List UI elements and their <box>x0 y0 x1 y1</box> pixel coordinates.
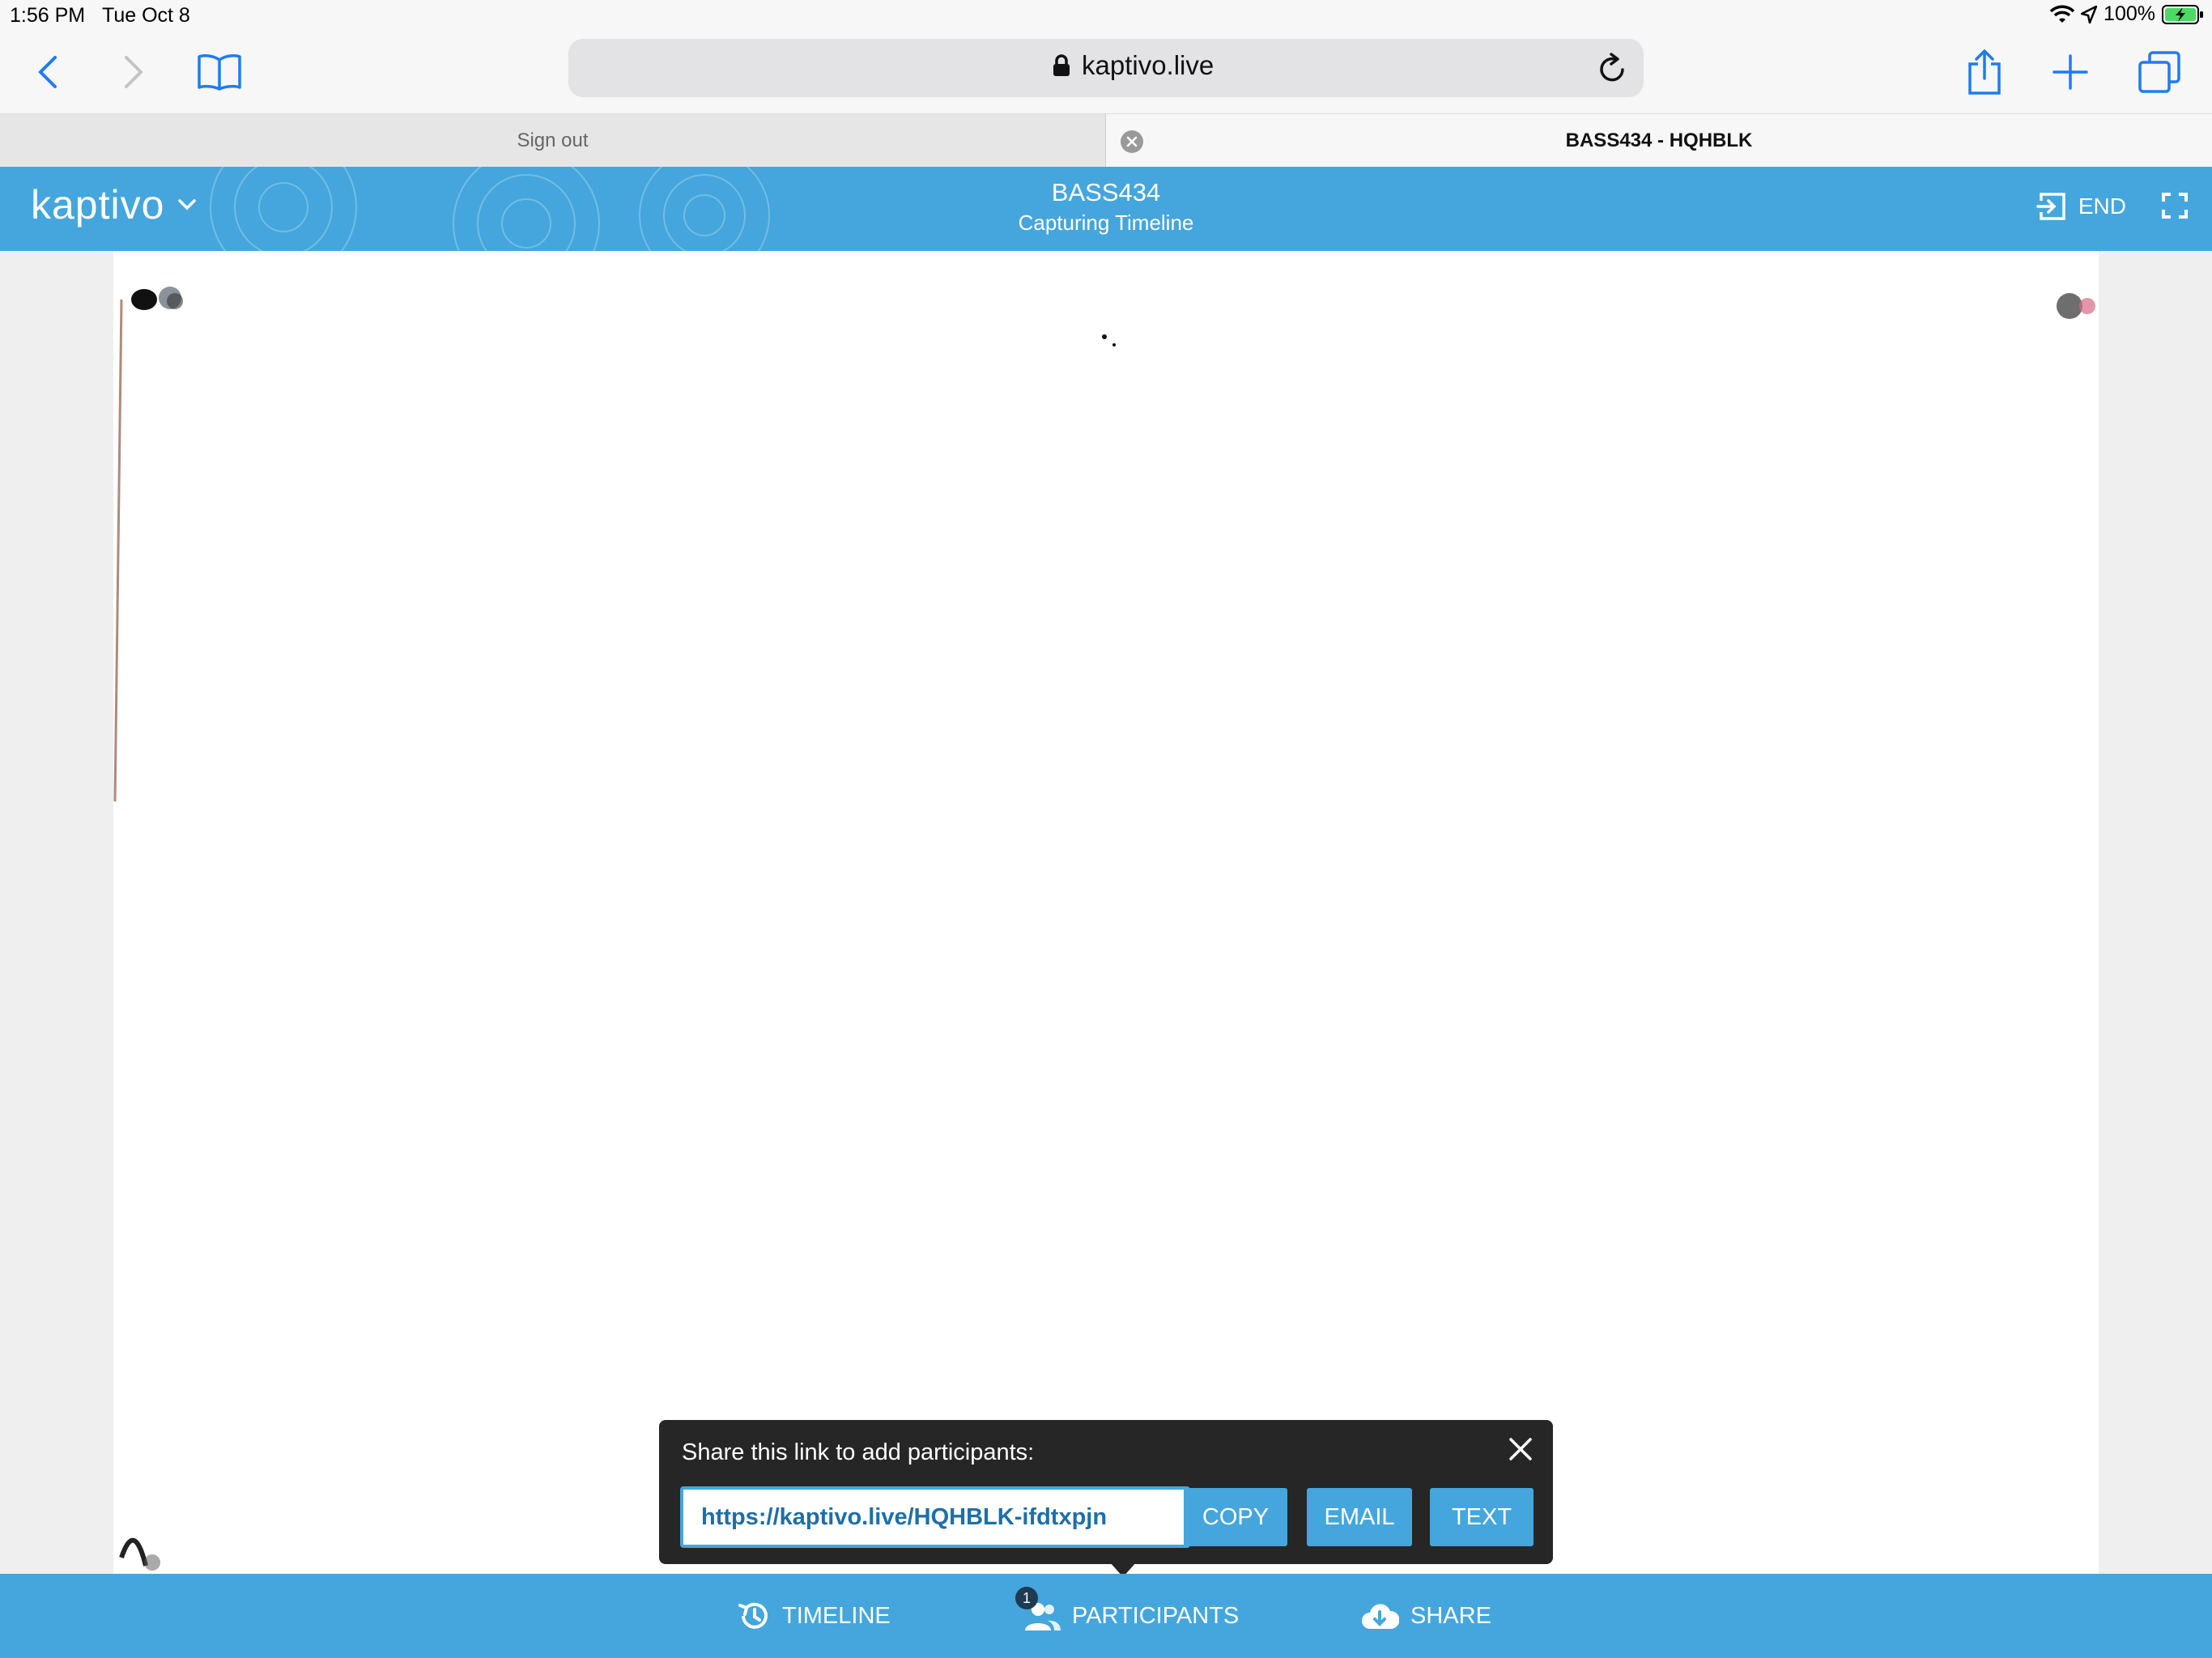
new-tab-icon <box>2052 54 2088 90</box>
browser-toolbar: kaptivo.live <box>0 32 2212 113</box>
tab-close-button[interactable] <box>1121 130 1143 153</box>
popover-close-button[interactable] <box>1503 1431 1538 1467</box>
screen: 1:56 PM Tue Oct 8 100% kaptivo.live Sign… <box>0 0 2212 1658</box>
url-text: kaptivo.live <box>1082 50 1214 80</box>
close-icon <box>1126 136 1138 147</box>
tab-sign-out[interactable]: Sign out <box>0 114 1106 168</box>
new-tab-button[interactable] <box>2044 45 2097 99</box>
status-indicators: 100% <box>2050 2 2204 26</box>
back-icon <box>38 56 57 88</box>
whiteboard-canvas[interactable] <box>113 251 2099 1574</box>
tab-label: BASS434 - HQHBLK <box>1565 130 1753 151</box>
share-menu-button[interactable]: SHARE <box>1360 1574 1491 1658</box>
back-button[interactable] <box>21 45 74 99</box>
status-time: 1:56 PM <box>10 4 86 27</box>
share-link-popover: Share this link to add participants: COP… <box>659 1420 1553 1564</box>
share-icon <box>1968 49 2001 95</box>
tab-label: Sign out <box>517 130 589 151</box>
battery-charging-icon <box>2162 4 2203 24</box>
close-icon <box>1509 1438 1532 1460</box>
cloud-download-icon <box>1362 1604 1399 1629</box>
history-icon <box>738 1602 768 1629</box>
share-label: SHARE <box>1410 1602 1491 1629</box>
tab-bar: Sign out BASS434 - HQHBLK <box>0 113 2212 168</box>
timeline-button[interactable]: TIMELINE <box>737 1574 891 1658</box>
session-title: BASS434 Capturing Timeline <box>0 178 2212 236</box>
whiteboard-mark <box>2057 293 2095 319</box>
participants-label: PARTICIPANTS <box>1072 1602 1240 1629</box>
status-date: Tue Oct 8 <box>102 4 190 27</box>
participants-count-badge: 1 <box>1015 1587 1038 1609</box>
address-bar[interactable]: kaptivo.live <box>568 39 1644 97</box>
end-session-button[interactable]: END <box>2036 191 2126 222</box>
bottom-toolbar: TIMELINE PARTICIPANTS 1 SHARE <box>0 1574 2212 1658</box>
email-button[interactable]: EMAIL <box>1307 1488 1412 1546</box>
address-bar-content: kaptivo.live <box>1053 50 1214 81</box>
text-button[interactable]: TEXT <box>1430 1488 1534 1546</box>
share-button[interactable] <box>1958 45 2011 99</box>
forward-button[interactable] <box>107 45 160 99</box>
fullscreen-button[interactable] <box>2162 193 2188 223</box>
wifi-icon <box>2050 5 2075 23</box>
lock-icon <box>1053 54 1070 76</box>
whiteboard-dot <box>1102 334 1116 346</box>
status-bar: 1:56 PM Tue Oct 8 100% <box>0 0 2212 32</box>
session-status: Capturing Timeline <box>1018 210 1194 235</box>
whiteboard-mark <box>119 1537 160 1571</box>
tab-session[interactable]: BASS434 - HQHBLK <box>1106 114 2212 168</box>
copy-button[interactable]: COPY <box>1184 1488 1287 1546</box>
popover-title: Share this link to add participants: <box>682 1439 1035 1465</box>
exit-icon <box>2036 193 2065 220</box>
battery-percent: 100% <box>2104 2 2155 25</box>
share-link-input[interactable] <box>680 1486 1190 1548</box>
app-header: kaptivo BASS434 Capturing Timeline END <box>0 167 2212 251</box>
participants-button[interactable]: PARTICIPANTS <box>1023 1574 1239 1658</box>
whiteboard-mark <box>131 287 183 310</box>
bookmarks-icon <box>198 54 241 91</box>
session-code: BASS434 <box>1051 178 1161 206</box>
fullscreen-icon <box>2162 193 2188 219</box>
whiteboard-edge-stroke <box>113 300 123 801</box>
location-arrow-icon <box>2081 5 2098 23</box>
end-label: END <box>2078 193 2126 219</box>
reload-icon <box>1600 53 1624 82</box>
bookmarks-button[interactable] <box>193 45 246 99</box>
timeline-label: TIMELINE <box>782 1602 891 1629</box>
tabs-icon <box>2138 51 2180 93</box>
tabs-button[interactable] <box>2133 45 2186 99</box>
forward-icon <box>125 56 143 88</box>
reload-button[interactable] <box>1597 52 1627 88</box>
